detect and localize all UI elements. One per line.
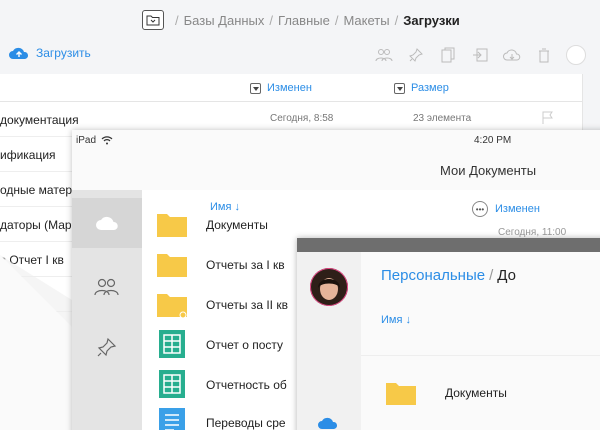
folder-icon: [386, 383, 416, 405]
status-bar: iPad 4:20 PM: [72, 135, 600, 149]
copy-icon[interactable]: [438, 45, 458, 65]
spreadsheet-icon: [159, 370, 185, 398]
sidebar-item-shared[interactable]: [72, 262, 142, 312]
phone-window: Персональные / До Имя ↓ Документы: [297, 238, 600, 430]
pin-icon: [97, 337, 117, 357]
status-time: 4:20 PM: [474, 135, 512, 146]
sidebar-item-cloud[interactable]: [317, 416, 339, 430]
sidebar: [72, 190, 142, 430]
breadcrumb-item[interactable]: Персональные: [381, 267, 485, 284]
page-title: Мои Документы: [440, 163, 537, 178]
users-icon: [94, 278, 119, 296]
dropdown-icon: [250, 82, 261, 94]
sort-modified[interactable]: Изменен: [250, 82, 312, 94]
sidebar-item-cloud[interactable]: [72, 198, 142, 248]
spreadsheet-icon: [159, 330, 185, 358]
trash-icon[interactable]: [534, 45, 554, 65]
pin-icon[interactable]: [406, 45, 426, 65]
toolbar: Загрузить: [0, 40, 600, 70]
breadcrumb-item[interactable]: Макеты: [343, 13, 389, 28]
breadcrumb-current: Загрузки: [403, 12, 460, 28]
folder-icon: [146, 15, 160, 26]
cloud-download-icon[interactable]: [502, 45, 522, 65]
cloud-upload-icon: [9, 47, 29, 59]
avatar[interactable]: [310, 268, 348, 306]
sidebar-item-pinned[interactable]: [72, 322, 142, 372]
move-icon[interactable]: [470, 45, 490, 65]
users-icon[interactable]: [374, 45, 394, 65]
dropdown-icon: [394, 82, 405, 94]
breadcrumb-current: До: [497, 267, 516, 284]
upload-button[interactable]: Загрузить: [8, 46, 91, 60]
user-photo: [310, 268, 348, 306]
folder-icon: [157, 294, 187, 318]
list-item[interactable]: Документы Сегодня, 11:00: [142, 206, 600, 242]
folder-icon: [157, 214, 187, 237]
wifi-icon: [101, 136, 113, 145]
list-item[interactable]: Документы: [385, 380, 507, 406]
list-header: Изменен Размер: [0, 74, 582, 102]
document-icon: [159, 408, 185, 430]
sort-name[interactable]: Имя ↓: [381, 314, 411, 326]
sidebar: [297, 252, 361, 430]
cloud-icon: [318, 417, 338, 429]
folder-icon: [157, 254, 187, 277]
folder-dropdown-button[interactable]: [142, 10, 164, 30]
top-bar: [297, 238, 600, 252]
breadcrumb: / Базы Данных / Главные / Макеты / Загру…: [142, 10, 460, 30]
cloud-icon: [96, 216, 118, 230]
sort-size[interactable]: Размер: [394, 82, 449, 94]
breadcrumb-item[interactable]: Главные: [278, 13, 330, 28]
upload-label: Загрузить: [36, 46, 91, 60]
breadcrumb: Персональные / До: [381, 267, 516, 284]
flag-icon[interactable]: [542, 111, 554, 128]
device-name: iPad: [76, 135, 97, 146]
divider: [361, 355, 600, 356]
breadcrumb-item[interactable]: Базы Данных: [184, 13, 265, 28]
settings-toggle[interactable]: [566, 45, 586, 65]
